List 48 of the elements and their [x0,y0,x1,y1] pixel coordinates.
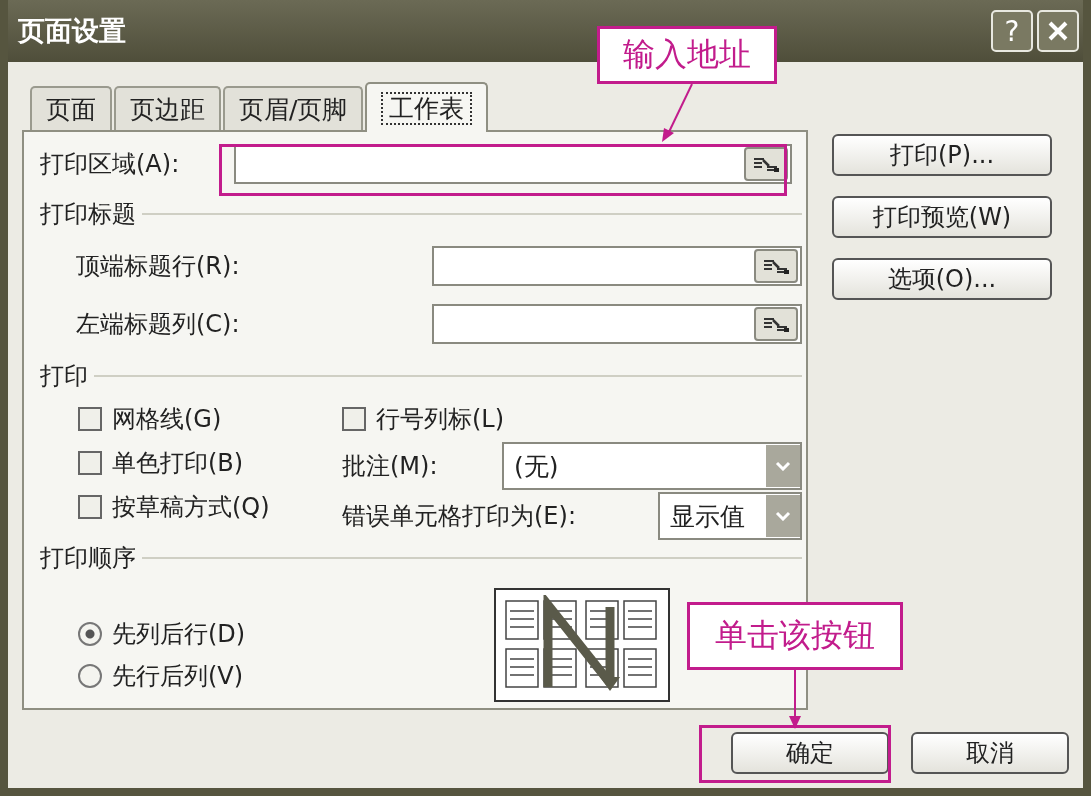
field-label: 顶端标题行(R): [75,251,240,282]
dialog-button[interactable]: 打印(P)... [832,134,1052,176]
checkbox[interactable] [78,407,102,431]
dialog-button[interactable]: 选项(O)... [832,258,1052,300]
section-heading: 打印顺序 [40,543,136,574]
comments-dropdown[interactable]: (无) [502,442,802,490]
dialog-button[interactable]: 确定 [731,732,889,774]
radio-button[interactable] [78,622,102,646]
range-select-icon [761,257,791,275]
range-picker-button[interactable] [744,147,788,181]
radio-button[interactable] [78,664,102,688]
close-button[interactable] [1037,10,1079,52]
callout-arrow [789,670,801,729]
window-title: 页面设置 [18,14,126,48]
range-select-icon [761,315,791,333]
range-picker-button[interactable] [754,249,798,283]
checkbox-label: 单色打印(B) [112,448,244,479]
checkbox[interactable] [78,451,102,475]
checkbox-label: 按草稿方式(Q) [112,492,270,523]
tab[interactable]: 页面 [30,86,112,130]
callout-label: 输入地址 [597,26,777,84]
dialog-button[interactable]: 打印预览(W) [832,196,1052,238]
checkbox[interactable] [342,407,366,431]
section-heading: 打印 [40,361,88,392]
tab[interactable]: 工作表 [365,82,489,132]
radio-label: 先行后列(V) [112,661,244,692]
section-heading: 打印标题 [40,199,136,230]
print-area-label: 打印区域(A): [40,149,180,180]
cell-errors-label: 错误单元格打印为(E): [342,501,576,532]
comments-label: 批注(M): [342,451,438,482]
field-label: 左端标题列(C): [75,309,240,340]
range-field[interactable] [432,304,802,344]
tab[interactable]: 页边距 [114,86,221,130]
range-select-icon [751,155,781,173]
callout-label: 单击该按钮 [687,602,903,670]
chevron-down-icon [775,461,791,471]
dialog-button[interactable]: 取消 [911,732,1069,774]
checkbox-label: 网格线(G) [112,404,222,435]
chevron-down-icon [775,511,791,521]
radio-label: 先列后行(D) [112,619,246,650]
tab[interactable]: 页眉/页脚 [223,86,364,130]
range-picker-button[interactable] [754,307,798,341]
checkbox-label: 行号列标(L) [376,404,505,435]
help-button[interactable]: ? [991,10,1033,52]
cell-errors-dropdown[interactable]: 显示值 [658,492,802,540]
checkbox[interactable] [78,495,102,519]
range-field[interactable] [432,246,802,286]
callout-arrow [662,84,693,142]
